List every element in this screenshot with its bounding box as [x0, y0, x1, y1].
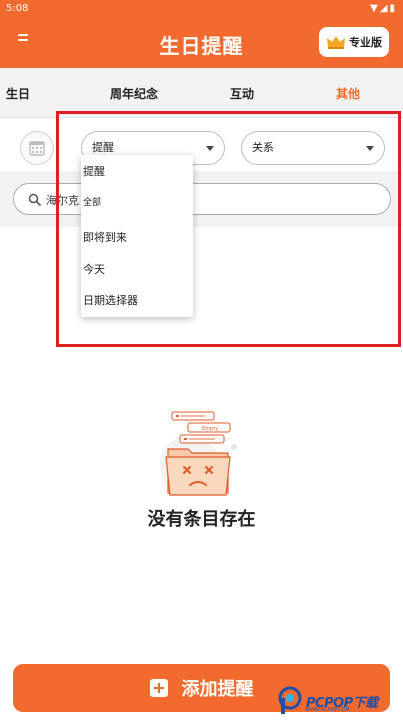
wifi-icon: ▼ — [370, 3, 380, 14]
filter-row: 提醒 关系 — [0, 119, 403, 171]
plus-icon — [149, 679, 168, 697]
pro-label: 专业版 — [349, 36, 382, 49]
relation-select-value: 关系 — [252, 141, 274, 154]
empty-message: 没有条目存在 — [147, 509, 256, 530]
dropdown-option-today[interactable]: 今天 — [83, 261, 105, 277]
app-bar: 生日提醒 专业版 — [0, 18, 403, 68]
empty-card-text: Empty — [202, 426, 218, 432]
pcpop-logo-icon — [278, 686, 302, 714]
tab-birthday[interactable]: 生日 — [6, 85, 30, 102]
dropdown-option-upcoming[interactable]: 即将到来 — [83, 229, 127, 245]
crown-icon — [327, 36, 345, 49]
reminder-dropdown-menu: 提醒 全部 即将到来 今天 日期选择器 — [81, 155, 193, 317]
dropdown-option-date-picker[interactable]: 日期选择器 — [83, 292, 138, 308]
pro-version-button[interactable]: 专业版 — [319, 27, 389, 57]
add-reminder-label: 添加提醒 — [181, 679, 254, 700]
dropdown-option-all[interactable]: 全部 — [83, 195, 101, 208]
search-icon — [28, 193, 42, 207]
search-row: 海尔克 — [0, 171, 403, 227]
tab-interaction[interactable]: 互动 — [230, 85, 254, 102]
watermark-subtext: WWW.PCPOP.COM — [305, 707, 350, 713]
category-tabs: 生日 周年纪念 互动 其他 — [0, 68, 403, 118]
chevron-down-icon — [206, 146, 214, 151]
reminder-select-value: 提醒 — [92, 141, 114, 154]
calendar-button[interactable] — [20, 131, 54, 165]
empty-state: Empty 没有条目存在 — [0, 400, 403, 540]
search-input[interactable]: 海尔克 — [13, 183, 391, 215]
watermark-logo: PCPOP下载 WWW.PCPOP.COM — [277, 684, 399, 718]
status-time: 5:08 — [6, 3, 29, 14]
calendar-icon — [29, 141, 45, 156]
search-value: 海尔克 — [46, 194, 79, 207]
status-bar: 5:08 ▼◢▮ — [0, 0, 403, 18]
tab-anniversary[interactable]: 周年纪念 — [110, 85, 158, 102]
relation-select[interactable]: 关系 — [241, 131, 385, 165]
battery-icon: ▮ — [389, 3, 397, 14]
empty-folder-icon: Empty — [160, 411, 237, 496]
dropdown-option-reminder[interactable]: 提醒 — [83, 163, 105, 179]
tab-other[interactable]: 其他 — [336, 85, 360, 102]
status-icons: ▼◢▮ — [370, 3, 397, 14]
chevron-down-icon — [366, 146, 374, 151]
